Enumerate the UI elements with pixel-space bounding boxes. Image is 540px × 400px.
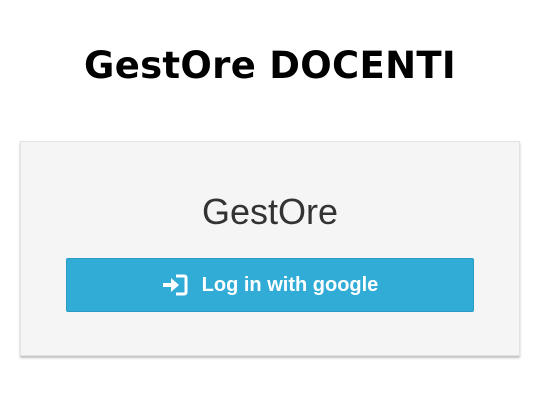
google-login-label: Log in with google [201,273,379,296]
login-card: GestOre Log in with google [20,141,520,356]
page-title: GestOre DOCENTI [84,44,456,87]
sign-in-icon [162,274,188,296]
google-login-button[interactable]: Log in with google [66,258,474,312]
card-title: GestOre [201,191,339,232]
